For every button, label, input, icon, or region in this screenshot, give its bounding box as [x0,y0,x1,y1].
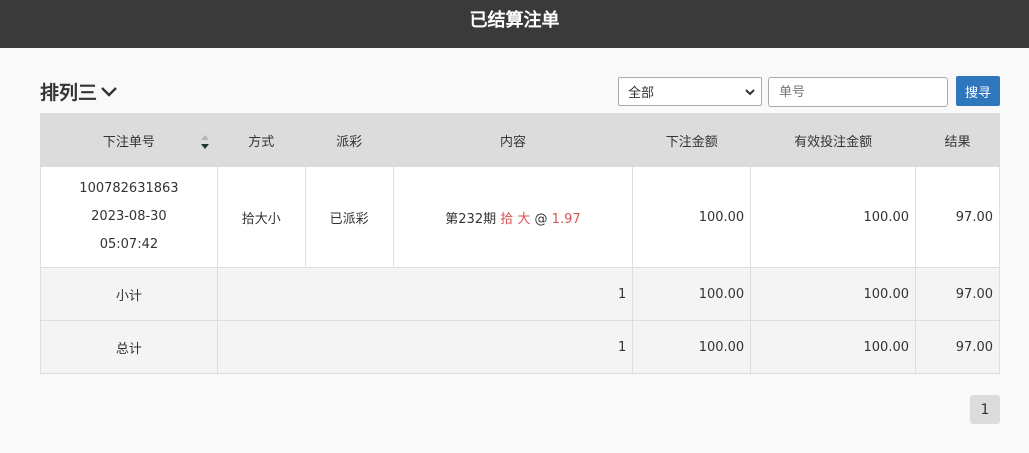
table-header-row: 下注单号 方式 派彩 内容 下注金额 有效投注金额 结果 [40,113,1000,167]
filter-selected-value: 全部 [628,86,655,101]
search-button[interactable]: 搜寻 [956,76,1000,106]
amount-cell: 100.00 [632,166,752,268]
game-name: 排列三 [40,82,98,104]
order-number-input[interactable] [768,77,948,107]
method-cell: 拾大小 [216,166,306,268]
status-filter-select[interactable]: 全部 [618,77,762,106]
subtotal-row: 小计 1 100.00 100.00 97.00 [40,267,1000,321]
subtotal-label: 小计 [40,267,218,321]
total-result: 97.00 [915,320,1000,374]
total-label: 总计 [40,320,218,374]
order-date: 2023-08-30 [91,209,167,224]
content-at: @ [534,211,548,227]
game-selector[interactable]: 排列三 [40,78,118,105]
order-cell: 100782631863 2023-08-30 05:07:42 [40,166,218,268]
column-header-valid-amount: 有效投注金额 [750,113,916,167]
payout-cell: 已派彩 [304,166,394,268]
table-row: 100782631863 2023-08-30 05:07:42 拾大小 已派彩… [40,166,1000,268]
pagination-page-button[interactable]: 1 [970,395,1000,424]
total-count: 1 [216,320,634,374]
column-header-amount: 下注金额 [632,113,752,167]
chevron-down-icon [745,89,755,96]
order-number: 100782631863 [79,181,179,196]
column-header-payout: 派彩 [304,113,394,167]
content-cell: 第232期 拾 大 @ 1.97 [392,166,634,268]
column-header-method: 方式 [216,113,306,167]
subtotal-result: 97.00 [915,267,1000,321]
column-header-order-no[interactable]: 下注单号 [40,113,218,167]
page-title: 已结算注单 [469,10,560,31]
toolbar: 排列三 全部 搜寻 [40,76,1000,108]
subtotal-valid-amount: 100.00 [750,267,916,321]
order-time: 05:07:42 [99,237,159,252]
total-row: 总计 1 100.00 100.00 97.00 [40,320,1000,374]
content-pick: 拾 大 [500,211,531,227]
content-period: 第232期 [445,211,497,227]
column-header-content: 内容 [392,113,634,167]
total-amount: 100.00 [632,320,752,374]
top-bar: 已结算注单 [0,0,1029,48]
content-odds: 1.97 [551,211,581,227]
column-header-result: 结果 [915,113,1000,167]
subtotal-count: 1 [216,267,634,321]
sort-icon[interactable] [200,134,210,150]
bets-table: 下注单号 方式 派彩 内容 下注金额 有效投注金额 结果 10078263186… [40,113,1000,374]
valid-amount-cell: 100.00 [750,166,916,268]
chevron-down-icon [101,86,117,97]
subtotal-amount: 100.00 [632,267,752,321]
result-cell: 97.00 [915,166,1000,268]
total-valid-amount: 100.00 [750,320,916,374]
